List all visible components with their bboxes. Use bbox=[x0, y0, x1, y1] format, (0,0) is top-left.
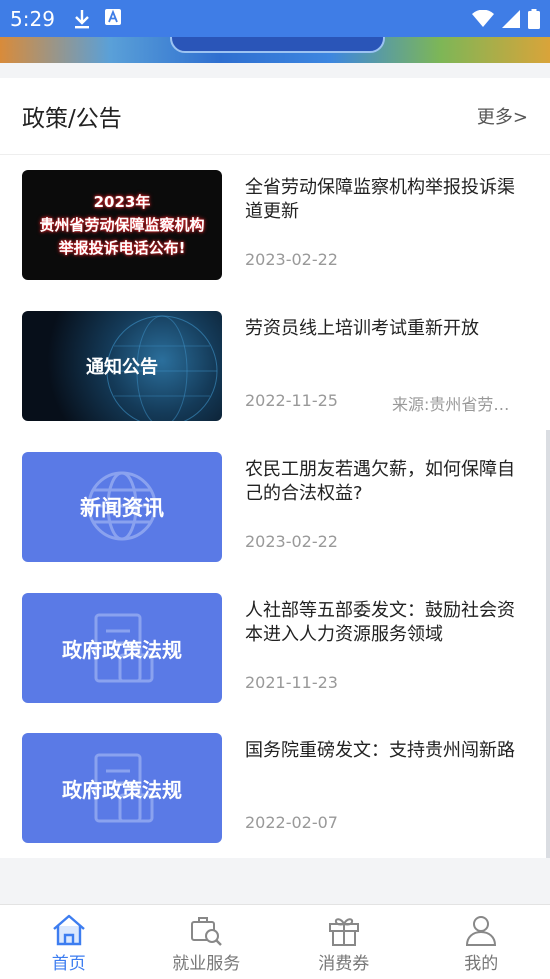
nav-label: 就业服务 bbox=[172, 954, 241, 974]
news-thumbnail: 2023年 贵州省劳动保障监察机构 举报投诉电话公布! bbox=[22, 170, 222, 280]
gift-icon bbox=[328, 918, 359, 946]
news-title: 国务院重磅发文：支持贵州闯新路 bbox=[245, 740, 515, 761]
thumb-text: 通知公告 bbox=[86, 357, 158, 378]
news-source: 来源:贵州省劳动保障 bbox=[392, 395, 522, 414]
nav-job-services[interactable]: 就业服务 bbox=[138, 905, 276, 979]
section-header: 政策/公告 更多> bbox=[0, 78, 550, 155]
nav-label: 消费券 bbox=[318, 954, 370, 974]
news-thumbnail: 新闻资讯 bbox=[22, 452, 222, 562]
user-icon bbox=[466, 916, 497, 946]
thumb-text: 2023年 贵州省劳动保障监察机构 举报投诉电话公布! bbox=[39, 191, 204, 260]
wifi-icon bbox=[472, 9, 494, 27]
news-date: 2023-02-22 bbox=[245, 250, 338, 269]
battery-icon bbox=[528, 8, 540, 29]
news-date: 2022-11-25 bbox=[245, 391, 338, 410]
download-icon bbox=[74, 9, 89, 28]
thumb-line: 举报投诉电话公布! bbox=[58, 238, 186, 257]
home-icon bbox=[52, 914, 85, 946]
news-date: 2023-02-22 bbox=[245, 532, 338, 551]
news-item[interactable]: 政府政策法规 国务院重磅发文：支持贵州闯新路 2022-02-07 bbox=[22, 733, 528, 845]
nav-home[interactable]: 首页 bbox=[0, 905, 138, 979]
news-date: 2022-02-07 bbox=[245, 813, 338, 832]
news-title: 劳资员线上培训考试重新开放 bbox=[245, 318, 479, 339]
status-time: 5:29 bbox=[10, 6, 55, 31]
policy-section: 政策/公告 更多> 2023年 贵州省劳动保障监察机构 举报投诉电话公布! 全省… bbox=[0, 78, 550, 858]
thumb-text: 政府政策法规 bbox=[62, 777, 182, 802]
more-link[interactable]: 更多> bbox=[477, 103, 528, 129]
scrollbar[interactable] bbox=[546, 430, 550, 860]
nav-vouchers[interactable]: 消费券 bbox=[275, 905, 413, 979]
news-thumbnail: 政府政策法规 bbox=[22, 593, 222, 703]
app-notification-icon bbox=[104, 8, 121, 25]
news-item[interactable]: 通知公告 劳资员线上培训考试重新开放 2022-11-25 来源:贵州省劳动保障 bbox=[22, 311, 528, 423]
news-title: 全省劳动保障监察机构举报投诉渠道更新 bbox=[245, 177, 515, 222]
thumb-text: 新闻资讯 bbox=[80, 496, 164, 520]
news-thumbnail: 政府政策法规 bbox=[22, 733, 222, 843]
thumb-line: 2023年 bbox=[93, 192, 151, 211]
news-title: 人社部等五部委发文：鼓励社会资本进入人力资源服务领域 bbox=[245, 600, 515, 645]
bottom-nav: 首页 就业服务 消费券 我的 bbox=[0, 904, 550, 979]
top-banner[interactable] bbox=[0, 37, 550, 63]
news-date: 2021-11-23 bbox=[245, 673, 338, 692]
footer-spacer bbox=[0, 858, 550, 904]
nav-label: 首页 bbox=[51, 954, 86, 974]
news-item[interactable]: 政府政策法规 人社部等五部委发文：鼓励社会资本进入人力资源服务领域 2021-1… bbox=[22, 593, 528, 705]
nav-profile[interactable]: 我的 bbox=[413, 905, 550, 979]
section-title: 政策/公告 bbox=[22, 106, 122, 132]
thumb-text: 政府政策法规 bbox=[62, 637, 182, 662]
news-item[interactable]: 新闻资讯 农民工朋友若遇欠薪，如何保障自己的合法权益? 2023-02-22 bbox=[22, 452, 528, 564]
nav-label: 我的 bbox=[464, 954, 499, 974]
thumb-line: 贵州省劳动保障监察机构 bbox=[39, 215, 205, 234]
job-search-icon bbox=[191, 917, 223, 946]
status-bar: 5:29 bbox=[0, 0, 550, 37]
signal-icon bbox=[502, 9, 520, 28]
news-thumbnail: 通知公告 bbox=[22, 311, 222, 421]
news-item[interactable]: 2023年 贵州省劳动保障监察机构 举报投诉电话公布! 全省劳动保障监察机构举报… bbox=[22, 170, 528, 282]
banner-pill bbox=[170, 37, 385, 53]
news-title: 农民工朋友若遇欠薪，如何保障自己的合法权益? bbox=[245, 459, 515, 504]
